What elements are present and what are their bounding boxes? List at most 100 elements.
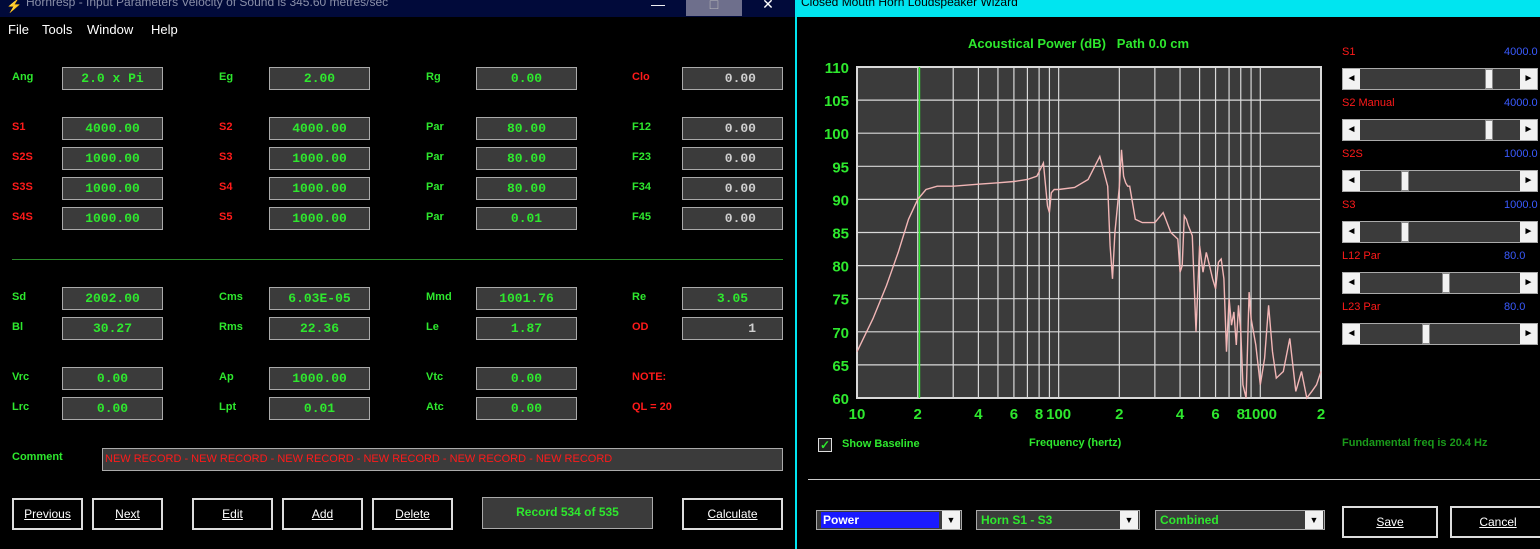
x-tick-label: 100 [1046,406,1071,423]
param-field[interactable]: 1 [682,317,783,340]
param-field[interactable]: 0.00 [682,177,783,200]
param-label: Mmd [426,291,452,303]
slider-thumb[interactable] [1484,120,1493,140]
horn-combo[interactable]: Horn S1 - S3 ▼ [976,510,1140,530]
slider-thumb[interactable] [1401,171,1410,191]
close-icon[interactable]: ✕ [740,0,795,16]
arrow-right-icon[interactable]: ► [1520,324,1537,344]
previous-button[interactable]: Previous [12,498,83,530]
calculate-button[interactable]: Calculate [682,498,783,530]
menu-file[interactable]: File [8,22,29,37]
arrow-left-icon[interactable]: ◄ [1343,171,1360,191]
right-title-bar[interactable]: Closed Mouth Horn Loudspeaker Wizard [797,0,1540,17]
param-field[interactable]: 0.00 [476,397,577,420]
param-field[interactable]: 0.00 [682,117,783,140]
param-label: Vrc [12,371,30,383]
param-label: Par [426,151,444,163]
left-title-bar[interactable]: ⚡ Hornresp - Input Parameters Velocity o… [0,0,795,17]
param-label: Ang [12,71,34,83]
arrow-left-icon[interactable]: ◄ [1343,120,1360,140]
show-baseline-label[interactable]: Show Baseline [842,438,920,450]
param-field[interactable]: 0.00 [682,147,783,170]
param-field[interactable]: 0.00 [476,367,577,390]
param-field[interactable]: 1000.00 [269,367,370,390]
param-field[interactable]: 80.00 [476,177,577,200]
slider-label-s3: S3 [1342,199,1356,211]
arrow-right-icon[interactable]: ► [1520,69,1537,89]
arrow-right-icon[interactable]: ► [1520,273,1537,293]
param-field[interactable]: 2.00 [269,67,370,90]
param-label: S4 [219,181,233,193]
y-tick-label: 75 [832,292,849,309]
cancel-button[interactable]: Cancel [1450,506,1540,538]
param-label: S3 [219,151,233,163]
arrow-right-icon[interactable]: ► [1520,222,1537,242]
slider-l23[interactable]: ◄ ► [1342,323,1538,345]
menu-tools[interactable]: Tools [42,22,72,37]
param-field[interactable]: 22.36 [269,317,370,340]
mode-combo[interactable]: Power ▼ [816,510,962,530]
slider-thumb[interactable] [1484,69,1493,89]
arrow-left-icon[interactable]: ◄ [1343,324,1360,344]
param-field[interactable]: 1000.00 [62,207,163,230]
slider-label-l23: L23 Par [1342,301,1381,313]
param-field[interactable]: 0.00 [62,367,163,390]
slider-thumb[interactable] [1442,273,1451,293]
record-status: Record 534 of 535 [482,497,653,529]
param-field[interactable]: 1000.00 [269,147,370,170]
edit-button[interactable]: Edit [192,498,273,530]
param-field[interactable]: 0.01 [269,397,370,420]
param-field[interactable]: 1000.00 [269,207,370,230]
param-field[interactable]: 1000.00 [269,177,370,200]
minimize-icon[interactable]: — [630,0,686,16]
slider-thumb[interactable] [1401,222,1410,242]
show-baseline-checkbox[interactable]: ✓ [818,438,832,452]
next-button[interactable]: Next [92,498,163,530]
add-button[interactable]: Add [282,498,363,530]
param-field[interactable]: 0.00 [682,67,783,90]
chevron-down-icon[interactable]: ▼ [942,511,960,529]
param-field[interactable]: 0.00 [682,207,783,230]
param-field[interactable]: 2.0 x Pi [62,67,163,90]
param-label: Par [426,211,444,223]
param-field[interactable]: 80.00 [476,117,577,140]
param-field[interactable]: 1000.00 [62,147,163,170]
arrow-left-icon[interactable]: ◄ [1343,69,1360,89]
maximize-icon[interactable]: □ [686,0,742,16]
slider-s1[interactable]: ◄ ► [1342,68,1538,90]
menu-help[interactable]: Help [151,22,178,37]
menu-window[interactable]: Window [87,22,133,37]
param-field[interactable]: 1001.76 [476,287,577,310]
param-field[interactable]: 1000.00 [62,177,163,200]
slider-s3[interactable]: ◄ ► [1342,221,1538,243]
slider-s2s[interactable]: ◄ ► [1342,170,1538,192]
y-tick-label: 70 [832,325,849,342]
x-tick-label: 4 [974,406,983,423]
param-field[interactable]: 0.01 [476,207,577,230]
arrow-right-icon[interactable]: ► [1520,171,1537,191]
param-label: Atc [426,401,444,413]
param-field[interactable]: 4000.00 [269,117,370,140]
param-label: Ap [219,371,234,383]
param-field[interactable]: 2002.00 [62,287,163,310]
save-button[interactable]: Save [1342,506,1438,538]
chevron-down-icon[interactable]: ▼ [1120,511,1138,529]
slider-s2[interactable]: ◄ ► [1342,119,1538,141]
comment-field[interactable]: NEW RECORD - NEW RECORD - NEW RECORD - N… [102,448,783,471]
arrow-left-icon[interactable]: ◄ [1343,273,1360,293]
param-field[interactable]: 30.27 [62,317,163,340]
arrow-left-icon[interactable]: ◄ [1343,222,1360,242]
chevron-down-icon[interactable]: ▼ [1305,511,1323,529]
param-field[interactable]: 80.00 [476,147,577,170]
delete-button[interactable]: Delete [372,498,453,530]
slider-thumb[interactable] [1422,324,1431,344]
param-field[interactable]: 3.05 [682,287,783,310]
param-field[interactable]: 1.87 [476,317,577,340]
param-field[interactable]: 0.00 [476,67,577,90]
combine-combo[interactable]: Combined ▼ [1155,510,1325,530]
param-field[interactable]: 4000.00 [62,117,163,140]
param-field[interactable]: 0.00 [62,397,163,420]
param-field[interactable]: 6.03E-05 [269,287,370,310]
slider-l12[interactable]: ◄ ► [1342,272,1538,294]
arrow-right-icon[interactable]: ► [1520,120,1537,140]
